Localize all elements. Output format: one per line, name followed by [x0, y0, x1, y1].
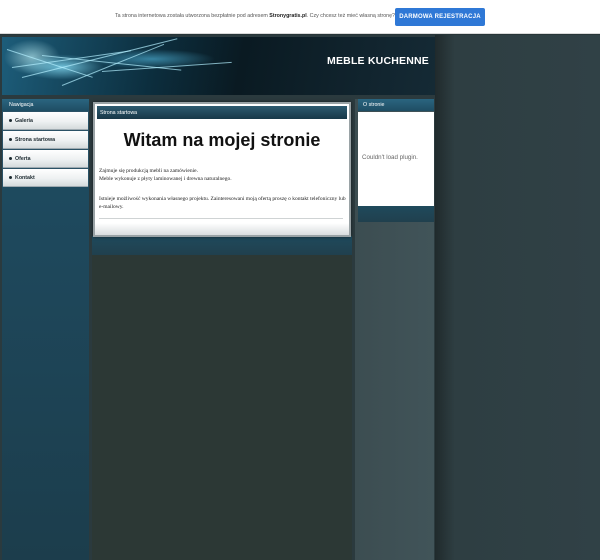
nav-item-kontakt[interactable]: Kontakt — [3, 169, 88, 187]
nav-item-oferta[interactable]: Oferta — [3, 150, 88, 168]
promo-site-link[interactable]: Stronygratis.pl — [269, 13, 306, 19]
nav-heading: Nawigacja — [2, 99, 89, 111]
nav-menu: Galeria Strona startowa Oferta Kontakt — [2, 111, 89, 187]
promo-text: Ta strona internetowa została utworzona … — [115, 13, 395, 19]
bullet-icon — [9, 157, 12, 160]
about-box: Couldn't load plugin. — [358, 112, 434, 206]
intro-line-2: Meble wykonuje z płyty laminowanej i dre… — [99, 176, 232, 182]
nav-item-label: Galeria — [15, 117, 33, 124]
content-panel-footer — [95, 223, 349, 235]
bullet-icon — [9, 119, 12, 122]
page-title: Witam na mojej stronie — [123, 130, 321, 150]
intro-paragraph-2: Istnieje możliwość wykonania własnego pr… — [99, 196, 346, 210]
content-footer-strip — [92, 236, 352, 255]
header-streak — [21, 38, 178, 78]
content-background — [92, 255, 352, 560]
header-streak — [61, 43, 165, 86]
about-heading: O stronie — [358, 99, 434, 111]
content-tab-label: Strona startowa — [97, 106, 347, 119]
bullet-icon — [9, 138, 12, 141]
nav-item-strona-startowa[interactable]: Strona startowa — [3, 131, 88, 149]
register-button[interactable]: DARMOWA REJESTRACJA — [395, 8, 485, 26]
main-content-panel: Strona startowa Witam na mojej stronie Z… — [93, 102, 351, 237]
right-gutter — [435, 35, 600, 560]
site-container: MEBLE KUCHENNE Nawigacja Galeria Strona … — [0, 35, 600, 560]
content-divider — [99, 218, 343, 219]
intro-line-1: Zajmuje się produkcją mebli na zamówieni… — [99, 168, 198, 174]
header-banner: MEBLE KUCHENNE — [2, 37, 435, 95]
nav-item-label: Strona startowa — [15, 136, 56, 143]
nav-item-label: Kontakt — [15, 174, 35, 181]
plugin-error-message: Couldn't load plugin. — [362, 154, 418, 161]
promo-bar: Ta strona internetowa została utworzona … — [0, 0, 600, 34]
nav-item-galeria[interactable]: Galeria — [3, 112, 88, 130]
about-footer-strip — [358, 206, 434, 222]
sidebar: Nawigacja Galeria Strona startowa Oferta… — [2, 99, 89, 560]
promo-text-before: Ta strona internetowa została utworzona … — [115, 13, 270, 19]
promo-text-after: . Czy chcesz też mieć własną stronę? — [306, 13, 396, 19]
nav-item-label: Oferta — [15, 155, 31, 162]
bullet-icon — [9, 176, 12, 179]
site-title: MEBLE KUCHENNE — [327, 55, 429, 67]
